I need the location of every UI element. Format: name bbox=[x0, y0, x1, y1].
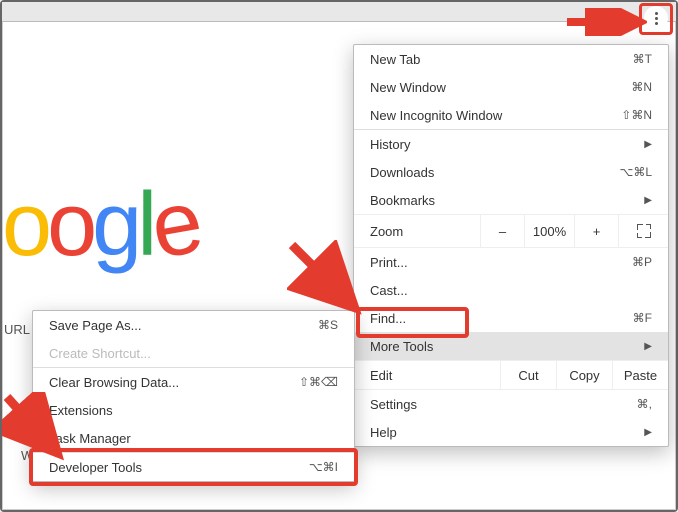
menu-more-tools[interactable]: More Tools ▶ bbox=[354, 332, 668, 360]
menu-label: Print... bbox=[370, 255, 408, 270]
menu-help[interactable]: Help ▶ bbox=[354, 418, 668, 446]
zoom-level: 100% bbox=[524, 215, 574, 247]
menu-edit-row: Edit Cut Copy Paste bbox=[354, 360, 668, 390]
shortcut: ⇧⌘⌫ bbox=[299, 375, 338, 389]
edit-copy-button[interactable]: Copy bbox=[556, 361, 612, 389]
submenu-label: Extensions bbox=[49, 403, 113, 418]
edit-paste-button[interactable]: Paste bbox=[612, 361, 668, 389]
menu-label: New Window bbox=[370, 80, 446, 95]
submenu-developer-tools[interactable]: Developer Tools ⌥⌘I bbox=[33, 453, 354, 481]
submenu-arrow-icon: ▶ bbox=[644, 195, 652, 206]
zoom-label: Zoom bbox=[354, 224, 480, 239]
submenu-label: Clear Browsing Data... bbox=[49, 375, 179, 390]
shortcut: ⌘T bbox=[633, 52, 652, 66]
browser-toolbar bbox=[2, 2, 676, 22]
more-tools-submenu: Save Page As... ⌘S Create Shortcut... Cl… bbox=[32, 310, 355, 482]
menu-print[interactable]: Print... ⌘P bbox=[354, 248, 668, 276]
menu-label: Cast... bbox=[370, 283, 408, 298]
menu-cast[interactable]: Cast... bbox=[354, 276, 668, 304]
zoom-out-button[interactable]: – bbox=[480, 215, 524, 247]
submenu-arrow-icon: ▶ bbox=[644, 427, 652, 438]
menu-label: More Tools bbox=[370, 339, 433, 354]
shortcut: ⌘P bbox=[632, 255, 652, 269]
submenu-label: Task Manager bbox=[49, 431, 131, 446]
menu-label: New Tab bbox=[370, 52, 420, 67]
submenu-save-page[interactable]: Save Page As... ⌘S bbox=[33, 311, 354, 339]
submenu-label: Save Page As... bbox=[49, 318, 142, 333]
shortcut: ⌘, bbox=[637, 397, 652, 411]
shortcut: ⌥⌘L bbox=[619, 165, 652, 179]
menu-label: New Incognito Window bbox=[370, 108, 502, 123]
menu-downloads[interactable]: Downloads ⌥⌘L bbox=[354, 158, 668, 186]
url-label: URL bbox=[4, 322, 30, 337]
submenu-create-shortcut: Create Shortcut... bbox=[33, 339, 354, 367]
menu-new-window[interactable]: New Window ⌘N bbox=[354, 73, 668, 101]
shortcut: ⌘N bbox=[631, 80, 652, 94]
shortcut: ⌘S bbox=[318, 318, 338, 332]
edit-cut-button[interactable]: Cut bbox=[500, 361, 556, 389]
menu-settings[interactable]: Settings ⌘, bbox=[354, 390, 668, 418]
zoom-in-button[interactable]: + bbox=[574, 215, 618, 247]
submenu-task-manager[interactable]: Task Manager bbox=[33, 424, 354, 452]
fullscreen-button[interactable] bbox=[618, 215, 668, 247]
submenu-clear-browsing[interactable]: Clear Browsing Data... ⇧⌘⌫ bbox=[33, 368, 354, 396]
menu-label: Help bbox=[370, 425, 397, 440]
submenu-extensions[interactable]: Extensions bbox=[33, 396, 354, 424]
submenu-arrow-icon: ▶ bbox=[644, 341, 652, 352]
menu-label: Find... bbox=[370, 311, 406, 326]
google-logo: oogle bbox=[2, 174, 197, 277]
shortcut: ⌥⌘I bbox=[309, 460, 338, 474]
chrome-menu-button[interactable] bbox=[644, 6, 668, 30]
menu-bookmarks[interactable]: Bookmarks ▶ bbox=[354, 186, 668, 214]
submenu-arrow-icon: ▶ bbox=[644, 139, 652, 150]
shortcut: ⇧⌘N bbox=[621, 108, 652, 122]
edit-label: Edit bbox=[354, 368, 500, 383]
menu-label: History bbox=[370, 137, 410, 152]
menu-history[interactable]: History ▶ bbox=[354, 130, 668, 158]
chrome-main-menu: New Tab ⌘T New Window ⌘N New Incognito W… bbox=[353, 44, 669, 447]
submenu-label: Create Shortcut... bbox=[49, 346, 151, 361]
menu-find[interactable]: Find... ⌘F bbox=[354, 304, 668, 332]
submenu-label: Developer Tools bbox=[49, 460, 142, 475]
menu-new-incognito[interactable]: New Incognito Window ⇧⌘N bbox=[354, 101, 668, 129]
menu-label: Settings bbox=[370, 397, 417, 412]
shortcut: ⌘F bbox=[633, 311, 652, 325]
menu-label: Bookmarks bbox=[370, 193, 435, 208]
kebab-icon bbox=[655, 12, 658, 25]
menu-new-tab[interactable]: New Tab ⌘T bbox=[354, 45, 668, 73]
fullscreen-icon bbox=[637, 224, 651, 238]
menu-label: Downloads bbox=[370, 165, 434, 180]
menu-zoom-row: Zoom – 100% + bbox=[354, 214, 668, 248]
